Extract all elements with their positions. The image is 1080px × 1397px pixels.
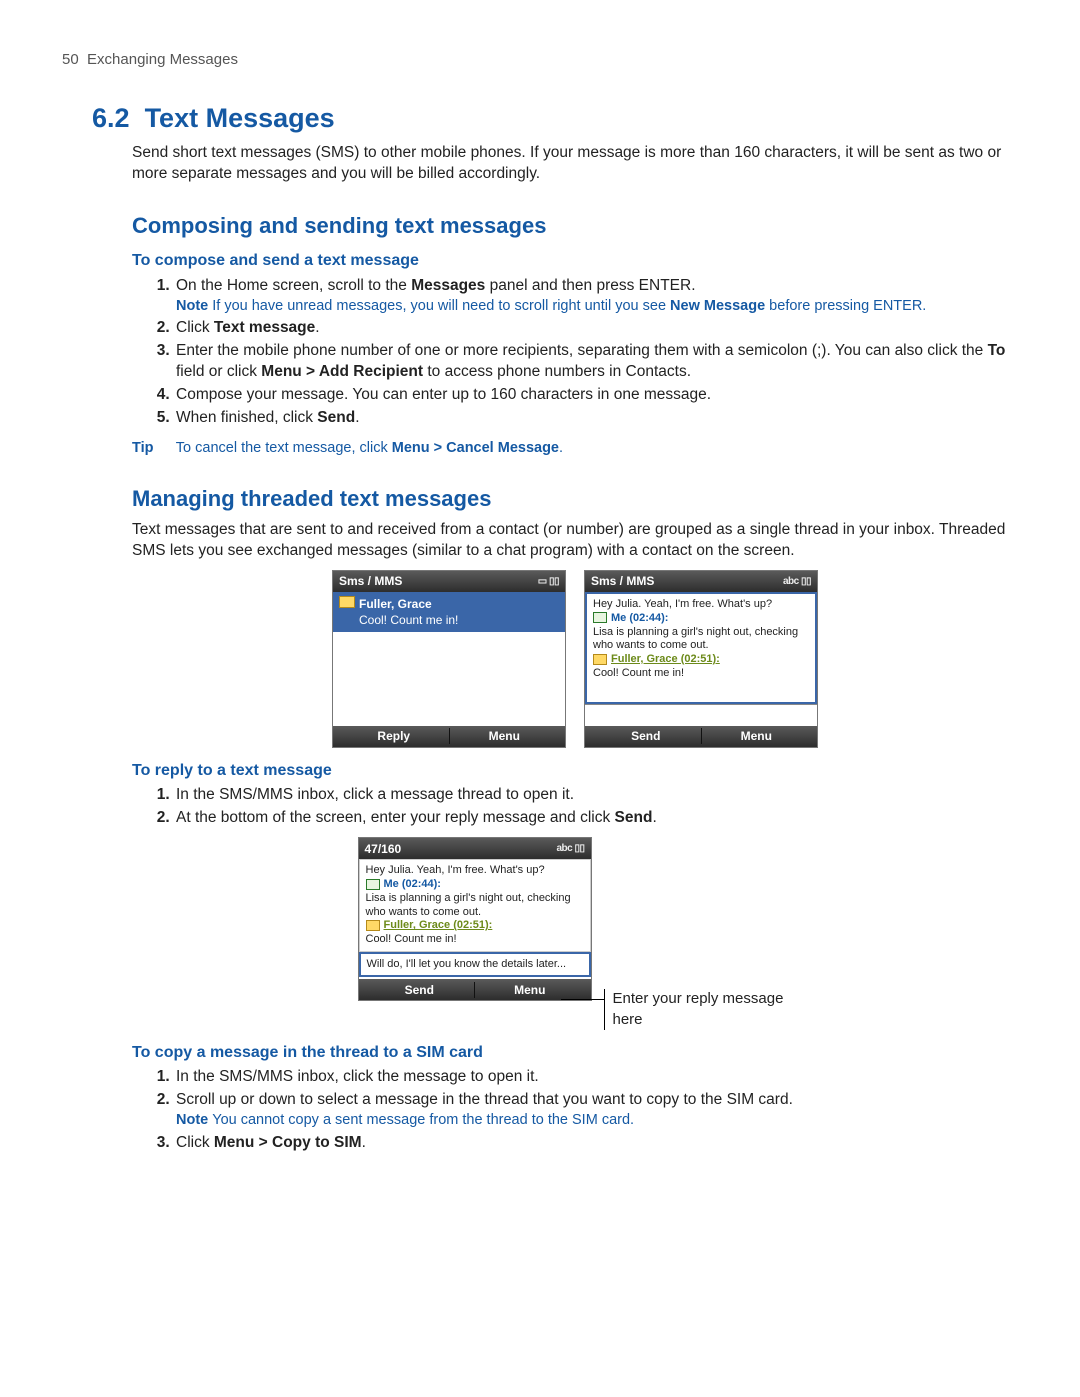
compose-input: Will do, I'll let you know the details l… — [359, 952, 591, 977]
phone-title: Sms / MMS — [591, 573, 654, 589]
note-inline: NoteYou cannot copy a sent message from … — [176, 1111, 1018, 1131]
envelope-icon — [339, 596, 355, 608]
note-inline: NoteIf you have unread messages, you wil… — [176, 297, 1018, 317]
char-counter: 47/160 — [365, 841, 402, 857]
step-3: Enter the mobile phone number of one or … — [174, 341, 1018, 383]
page-header: 50 Exchanging Messages — [62, 50, 1018, 70]
softkey-menu: Menu — [450, 728, 560, 744]
screenshots-row: Sms / MMS ▭ ▯▯ Fuller, Grace Cool! Count… — [132, 570, 1018, 748]
phone-softkeys: Reply Menu — [333, 726, 565, 747]
subheading-composing: Composing and sending text messages — [132, 211, 1018, 241]
phone-inbox: Sms / MMS ▭ ▯▯ Fuller, Grace Cool! Count… — [332, 570, 566, 748]
msg-other-text: Cool! Count me in! — [366, 933, 584, 947]
copy-step-1: In the SMS/MMS inbox, click the message … — [174, 1067, 1018, 1088]
msg-text: Hey Julia. Yeah, I'm free. What's up? — [366, 864, 584, 878]
status-icons: abc ▯▯ — [783, 575, 811, 589]
thread-body: Hey Julia. Yeah, I'm free. What's up? Me… — [585, 592, 817, 704]
phone-softkeys: Send Menu — [359, 979, 591, 1000]
task-heading-copy: To copy a message in the thread to a SIM… — [132, 1042, 1018, 1064]
softkey-menu: Menu — [475, 982, 585, 998]
copy-step-2: Scroll up or down to select a message in… — [174, 1090, 1018, 1130]
phone-titlebar: Sms / MMS ▭ ▯▯ — [333, 571, 565, 592]
phone-softkeys: Send Menu — [585, 726, 817, 747]
tip-row: Tip To cancel the text message, click Me… — [132, 439, 1018, 459]
sent-icon — [593, 612, 607, 623]
status-icons: ▭ ▯▯ — [538, 575, 559, 589]
section-intro: Send short text messages (SMS) to other … — [132, 143, 1018, 185]
step-5: When finished, click Send. — [174, 408, 1018, 429]
msg-me-text: Lisa is planning a girl's night out, che… — [366, 892, 584, 920]
softkey-reply: Reply — [339, 728, 450, 744]
sent-icon — [366, 879, 380, 890]
reply-step-2: At the bottom of the screen, enter your … — [174, 808, 1018, 829]
msg-text: Hey Julia. Yeah, I'm free. What's up? — [593, 598, 809, 612]
thread-body: Hey Julia. Yeah, I'm free. What's up? Me… — [359, 859, 591, 952]
envelope-icon — [593, 654, 607, 665]
msg-me-label: Me (02:44): — [593, 612, 809, 626]
thread-sender: Fuller, Grace — [359, 596, 557, 612]
softkey-send: Send — [365, 982, 476, 998]
inbox-selected-row: Fuller, Grace Cool! Count me in! — [333, 592, 565, 632]
managing-intro: Text messages that are sent to and recei… — [132, 520, 1018, 562]
reply-step-1: In the SMS/MMS inbox, click a message th… — [174, 785, 1018, 806]
msg-other-text: Cool! Count me in! — [593, 667, 809, 681]
thread-preview: Cool! Count me in! — [359, 612, 557, 628]
compose-steps: On the Home screen, scroll to the Messag… — [132, 276, 1018, 429]
step-4: Compose your message. You can enter up t… — [174, 385, 1018, 406]
chapter-title: Exchanging Messages — [87, 51, 238, 68]
subheading-managing: Managing threaded text messages — [132, 484, 1018, 514]
status-icons: abc ▯▯ — [556, 842, 584, 856]
msg-me-text: Lisa is planning a girl's night out, che… — [593, 626, 809, 654]
msg-me-label: Me (02:44): — [366, 878, 584, 892]
phone-titlebar: 47/160 abc ▯▯ — [359, 838, 591, 859]
phone-thread: Sms / MMS abc ▯▯ Hey Julia. Yeah, I'm fr… — [584, 570, 818, 748]
reply-steps: In the SMS/MMS inbox, click a message th… — [132, 785, 1018, 829]
msg-other-label: Fuller, Grace (02:51): — [593, 653, 809, 667]
task-heading-reply: To reply to a text message — [132, 760, 1018, 782]
envelope-icon — [366, 920, 380, 931]
copy-step-3: Click Menu > Copy to SIM. — [174, 1133, 1018, 1154]
screenshot-reply: 47/160 abc ▯▯ Hey Julia. Yeah, I'm free.… — [132, 837, 1018, 1030]
msg-other-label: Fuller, Grace (02:51): — [366, 919, 584, 933]
phone-title: Sms / MMS — [339, 573, 402, 589]
callout-label: Enter your reply message here — [604, 989, 793, 1030]
compose-bar — [585, 704, 817, 726]
phone-titlebar: Sms / MMS abc ▯▯ — [585, 571, 817, 592]
step-2: Click Text message. — [174, 318, 1018, 339]
section-heading: 6.2 Text Messages — [92, 100, 1018, 136]
phone-reply: 47/160 abc ▯▯ Hey Julia. Yeah, I'm free.… — [358, 837, 592, 1001]
section-number: 6.2 — [92, 103, 130, 133]
softkey-menu: Menu — [702, 728, 812, 744]
page-number: 50 — [62, 51, 79, 68]
softkey-send: Send — [591, 728, 702, 744]
copy-steps: In the SMS/MMS inbox, click the message … — [132, 1067, 1018, 1153]
section-title: Text Messages — [145, 103, 335, 133]
task-heading-compose: To compose and send a text message — [132, 250, 1018, 272]
step-1: On the Home screen, scroll to the Messag… — [174, 276, 1018, 316]
